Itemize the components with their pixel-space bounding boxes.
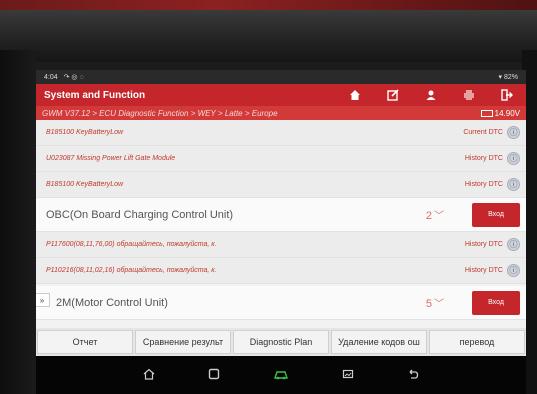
dtc-count-value: 5 (425, 298, 432, 310)
collapse-icon[interactable]: » (36, 293, 50, 307)
dtc-status: History DTC (464, 241, 503, 248)
dtc-count: 5 ﹀ (426, 295, 444, 310)
status-battery: ▾ 82% (498, 74, 518, 81)
translate-button[interactable]: перевод (429, 330, 525, 354)
info-icon[interactable]: ⓘ (507, 152, 520, 165)
home-icon[interactable] (336, 84, 374, 106)
info-icon[interactable]: ⓘ (507, 178, 520, 191)
voltage-readout: 14.90V (480, 108, 520, 118)
tablet-bezel-left (0, 50, 36, 394)
dtc-status: Current DTC (463, 129, 503, 136)
dtc-row: P117600(08,11,76,00) обращайтесь, пожалу… (36, 232, 526, 258)
status-bar: 4:04 ↷ ◎ ◌ ▾ 82% (36, 70, 526, 84)
system-right: 5 ﹀ Вход (426, 290, 520, 315)
vci-icon[interactable] (273, 368, 289, 383)
info-icon[interactable]: ⓘ (507, 264, 520, 277)
back-icon[interactable] (407, 368, 419, 383)
dtc-right: Current DTC ⓘ (463, 126, 520, 139)
breadcrumb: GWM V37.12 > ECU Diagnostic Function > W… (36, 106, 526, 120)
system-row-motor: » 2M(Motor Control Unit) 5 ﹀ Вход (36, 286, 526, 320)
dtc-right: History DTC ⓘ (465, 178, 520, 191)
enter-button[interactable]: Вход (472, 202, 520, 227)
tablet-bezel-top (0, 10, 537, 62)
dtc-code: U023087 Missing Power Lift Gate Module (46, 155, 176, 162)
dtc-status: History DTC (464, 155, 503, 162)
diagnostic-plan-button[interactable]: Diagnostic Plan (233, 330, 329, 354)
status-time: 4:04 (44, 74, 58, 81)
status-icons: ↷ ◎ ◌ (63, 74, 84, 81)
dtc-code: P110216(08,11,02,16) обращайтесь, пожалу… (46, 267, 217, 274)
chevron-up-icon[interactable]: ﹀ (434, 211, 444, 222)
status-left: 4:04 ↷ ◎ ◌ (44, 73, 84, 81)
dtc-right: History DTC ⓘ (465, 264, 520, 277)
dtc-row: U023087 Missing Power Lift Gate Module H… (36, 146, 526, 172)
dtc-code: P117600(08,11,76,00) обращайтесь, пожалу… (46, 241, 217, 248)
edit-icon[interactable] (374, 84, 412, 106)
system-right: 2 ﹀ Вход (426, 202, 520, 227)
android-nav-bar (36, 356, 526, 394)
battery-icon (480, 109, 493, 117)
bottom-toolbar: Отчет Сравнение результ Diagnostic Plan … (36, 328, 526, 356)
dtc-count-value: 2 (425, 210, 432, 222)
enter-button[interactable]: Вход (472, 290, 520, 315)
info-icon[interactable]: ⓘ (507, 238, 520, 251)
home-icon[interactable] (143, 368, 155, 383)
exit-icon[interactable] (488, 84, 526, 106)
system-row-obc: OBC(On Board Charging Control Unit) 2 ﹀ В… (36, 198, 526, 232)
dtc-status: History DTC (464, 181, 503, 188)
report-button[interactable]: Отчет (37, 330, 133, 354)
dtc-count: 2 ﹀ (426, 207, 444, 222)
device-screen: 4:04 ↷ ◎ ◌ ▾ 82% System and Function GWM… (36, 70, 526, 394)
dtc-right: History DTC ⓘ (465, 152, 520, 165)
dtc-right: History DTC ⓘ (465, 238, 520, 251)
dtc-row: P110216(08,11,02,16) обращайтесь, пожалу… (36, 258, 526, 284)
recent-apps-icon[interactable] (208, 368, 220, 383)
dtc-row: B185100 KeyBatteryLow Current DTC ⓘ (36, 120, 526, 146)
screenshot-icon[interactable] (342, 368, 354, 383)
title-bar: System and Function (36, 84, 526, 106)
dtc-code: B185100 KeyBatteryLow (46, 181, 124, 188)
user-icon[interactable] (412, 84, 450, 106)
page-title: System and Function (44, 89, 146, 101)
print-icon[interactable] (450, 84, 488, 106)
info-icon[interactable]: ⓘ (507, 126, 520, 139)
dtc-row: B185100 KeyBatteryLow History DTC ⓘ (36, 172, 526, 198)
voltage-value: 14.90V (494, 108, 520, 118)
chevron-up-icon[interactable]: ﹀ (434, 299, 444, 310)
system-name: OBC(On Board Charging Control Unit) (46, 208, 234, 221)
dtc-status: History DTC (464, 267, 503, 274)
dtc-code: B185100 KeyBatteryLow (46, 129, 124, 136)
breadcrumb-path: GWM V37.12 > ECU Diagnostic Function > W… (42, 108, 278, 118)
clear-codes-button[interactable]: Удаление кодов ош (331, 330, 427, 354)
system-name: 2M(Motor Control Unit) (56, 296, 168, 309)
compare-results-button[interactable]: Сравнение результ (135, 330, 231, 354)
